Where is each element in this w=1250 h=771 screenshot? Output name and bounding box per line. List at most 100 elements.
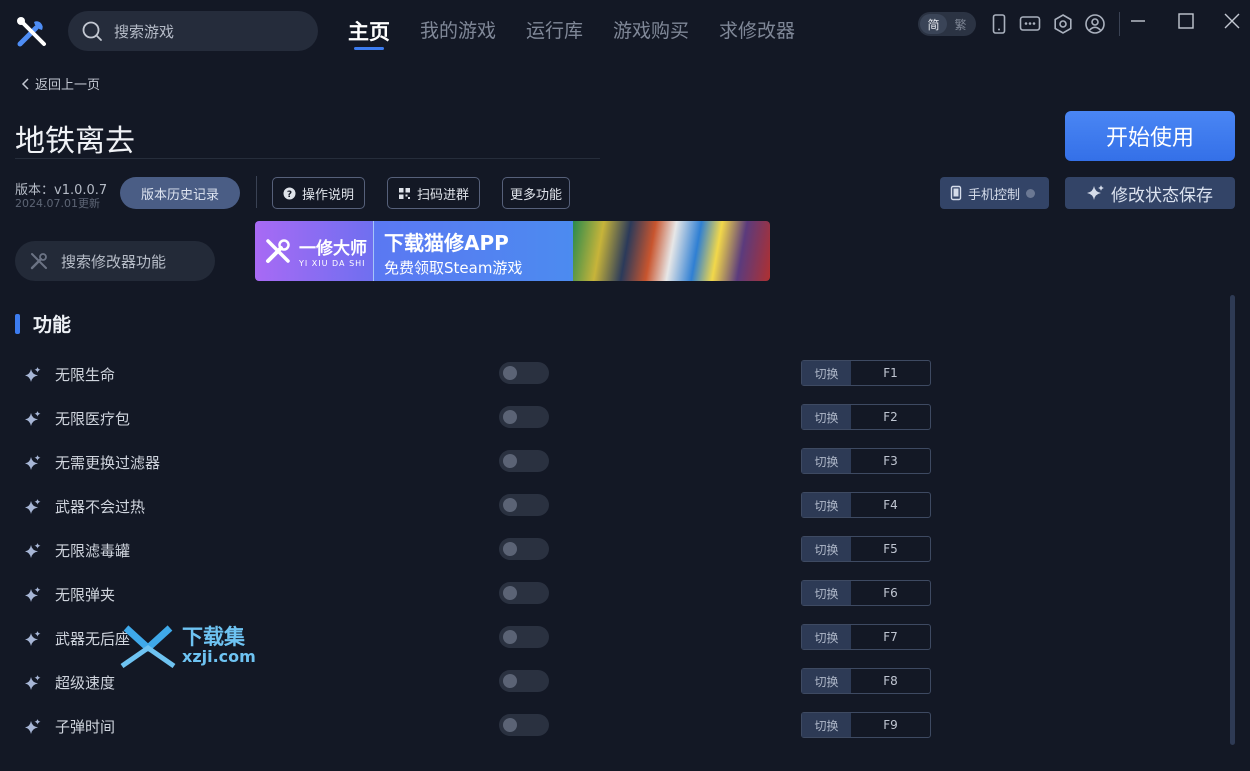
feature-toggle[interactable] xyxy=(499,582,549,604)
manual-label: 操作说明 xyxy=(302,187,355,203)
hotkey-field: 切换 F7 xyxy=(801,624,931,650)
feature-toggle[interactable] xyxy=(499,714,549,736)
sparkle-icon xyxy=(24,586,42,604)
sparkle-icon xyxy=(24,410,42,428)
hotkey-key-input[interactable]: F3 xyxy=(851,449,930,473)
feature-toggle[interactable] xyxy=(499,538,549,560)
hotkey-switch-button[interactable]: 切换 xyxy=(802,581,851,605)
feature-toggle[interactable] xyxy=(499,450,549,472)
hotkey-switch-button[interactable]: 切换 xyxy=(802,537,851,561)
feature-toggle[interactable] xyxy=(499,406,549,428)
banner-text: 下载猫修APP 免费领取Steam游戏 xyxy=(373,221,573,281)
hotkey-switch-button[interactable]: 切换 xyxy=(802,493,851,517)
feature-row: 无需更换过滤器 切换 F3 xyxy=(0,442,1000,486)
hotkey-field: 切换 F9 xyxy=(801,712,931,738)
start-button[interactable]: 开始使用 xyxy=(1065,111,1235,161)
hotkey-field: 切换 F2 xyxy=(801,404,931,430)
phone-icon xyxy=(950,185,962,201)
scan-join-group-button[interactable]: 扫码进群 xyxy=(387,177,481,209)
status-dot xyxy=(1026,188,1036,198)
topbar-divider xyxy=(1119,12,1120,36)
hotkey-field: 切换 F8 xyxy=(801,668,931,694)
hotkey-field: 切换 F1 xyxy=(801,360,931,386)
section-title: 功能 xyxy=(33,314,72,336)
sparkle-icon xyxy=(24,630,42,648)
watermark: 下载集 xzji.com xyxy=(118,624,256,668)
trainer-search-placeholder: 搜索修改器功能 xyxy=(61,252,167,271)
hotkey-switch-button[interactable]: 切换 xyxy=(802,625,851,649)
hotkey-switch-button[interactable]: 切换 xyxy=(802,713,851,737)
phone-control-button[interactable]: 手机控制 xyxy=(940,177,1049,209)
language-toggle[interactable]: 简 繁 xyxy=(918,12,976,36)
title-divider xyxy=(15,158,600,159)
feature-toggle[interactable] xyxy=(499,494,549,516)
hotkey-key-input[interactable]: F1 xyxy=(851,361,930,385)
tab-my-games[interactable]: 我的游戏 xyxy=(420,16,496,50)
hotkey-key-input[interactable]: F2 xyxy=(851,405,930,429)
hotkey-field: 切换 F6 xyxy=(801,580,931,606)
hotkey-key-input[interactable]: F9 xyxy=(851,713,930,737)
game-search-input[interactable]: 搜索游戏 xyxy=(68,11,318,51)
hotkey-key-input[interactable]: F5 xyxy=(851,537,930,561)
hotkey-switch-button[interactable]: 切换 xyxy=(802,361,851,385)
feature-toggle[interactable] xyxy=(499,362,549,384)
sparkle-icon xyxy=(24,674,42,692)
search-icon xyxy=(82,21,102,41)
hotkey-switch-button[interactable]: 切换 xyxy=(802,405,851,429)
maximize-icon[interactable] xyxy=(1175,10,1197,32)
back-link[interactable]: 返回上一页 xyxy=(20,74,100,93)
sparkle-icon xyxy=(24,366,42,384)
top-bar: 搜索游戏 主页 我的游戏 运行库 游戏购买 求修改器 简 繁 xyxy=(0,0,1250,62)
hotkey-key-input[interactable]: F6 xyxy=(851,581,930,605)
hotkey-key-input[interactable]: F4 xyxy=(851,493,930,517)
tab-request-trainer[interactable]: 求修改器 xyxy=(719,16,795,50)
feature-name: 无需更换过滤器 xyxy=(55,454,161,472)
sparkle-icon xyxy=(24,542,42,560)
manual-button[interactable]: ? 操作说明 xyxy=(272,177,366,209)
chat-icon[interactable] xyxy=(1018,12,1042,36)
toggle-knob xyxy=(503,410,517,424)
toggle-knob xyxy=(503,542,517,556)
sparkle-icon xyxy=(24,718,42,736)
feature-row: 武器不会过热 切换 F4 xyxy=(0,486,1000,530)
tab-runtime-library[interactable]: 运行库 xyxy=(526,16,583,50)
hotkey-switch-button[interactable]: 切换 xyxy=(802,669,851,693)
feature-toggle[interactable] xyxy=(499,626,549,648)
feature-name: 武器不会过热 xyxy=(55,498,146,516)
settings-icon[interactable] xyxy=(1051,12,1075,36)
watermark-logo-icon xyxy=(120,625,176,668)
game-title: 地铁离去 xyxy=(15,124,135,159)
user-icon[interactable] xyxy=(1083,12,1107,36)
save-state-button[interactable]: 修改状态保存 xyxy=(1065,177,1235,209)
close-icon[interactable] xyxy=(1221,10,1243,32)
banner-headline: 下载猫修APP xyxy=(384,231,509,255)
sparkle-icon xyxy=(1087,185,1104,200)
version-history-button[interactable]: 版本历史记录 xyxy=(120,177,240,209)
lang-simplified[interactable]: 简 xyxy=(920,14,947,34)
more-features-button[interactable]: 更多功能 xyxy=(502,177,571,209)
help-icon: ? xyxy=(283,187,296,200)
minimize-icon[interactable] xyxy=(1127,10,1149,32)
toggle-knob xyxy=(503,674,517,688)
hotkey-key-input[interactable]: F8 xyxy=(851,669,930,693)
tools-icon xyxy=(30,253,47,270)
toggle-knob xyxy=(503,630,517,644)
watermark-name: 下载集 xyxy=(182,625,245,649)
lang-traditional[interactable]: 繁 xyxy=(947,14,974,34)
scan-label: 扫码进群 xyxy=(417,187,470,203)
hotkey-switch-button[interactable]: 切换 xyxy=(802,449,851,473)
tab-home[interactable]: 主页 xyxy=(348,16,390,50)
tab-game-purchase[interactable]: 游戏购买 xyxy=(613,16,689,50)
feature-name: 无限医疗包 xyxy=(55,410,131,428)
app-logo-icon[interactable] xyxy=(14,14,50,50)
phone-control-label: 手机控制 xyxy=(968,187,1021,203)
hotkey-key-input[interactable]: F7 xyxy=(851,625,930,649)
trainer-search-input[interactable]: 搜索修改器功能 xyxy=(15,241,215,281)
promo-banner[interactable]: 一修大师 YI XIU DA SHI 下载猫修APP 免费领取Steam游戏 xyxy=(255,221,770,281)
phone-icon[interactable] xyxy=(987,12,1011,36)
feature-name: 无限生命 xyxy=(55,366,116,384)
scrollbar[interactable] xyxy=(1230,295,1235,745)
toggle-knob xyxy=(503,454,517,468)
feature-toggle[interactable] xyxy=(499,670,549,692)
banner-brand-pinyin: YI XIU DA SHI xyxy=(299,259,366,268)
